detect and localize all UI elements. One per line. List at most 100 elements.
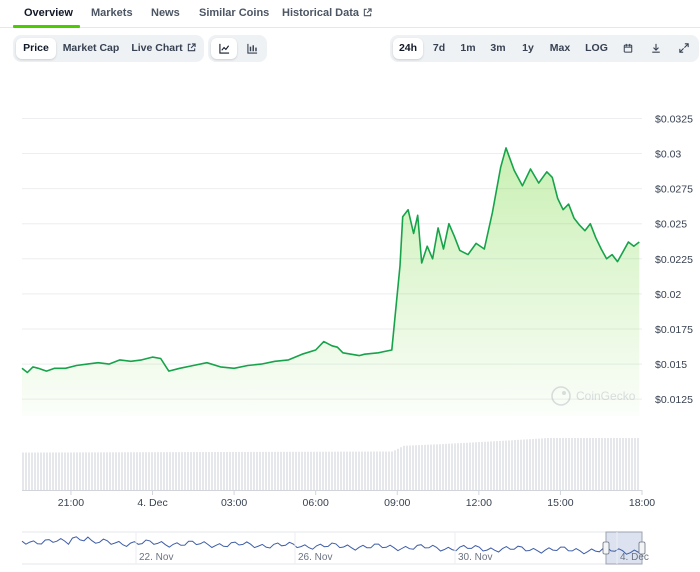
x-tick-label: 18:00 <box>629 497 655 509</box>
volume-bar <box>397 448 399 490</box>
navigator[interactable]: 22. Nov 26. Nov 30. Nov 4. Dec <box>21 531 649 565</box>
volume-bar <box>58 452 60 490</box>
volume-bar <box>310 451 312 490</box>
volume-bar <box>166 452 168 490</box>
y-tick-label: $0.025 <box>655 219 687 231</box>
volume-bar <box>439 444 441 490</box>
download-button[interactable] <box>645 38 667 59</box>
volume-bar <box>520 439 522 490</box>
volume-bar <box>556 438 558 490</box>
tab-news[interactable]: News <box>151 7 180 19</box>
x-tick-label: 12:00 <box>466 497 492 509</box>
volume-bar <box>364 451 366 490</box>
volume-bar <box>361 451 363 490</box>
chart-style-selector <box>208 35 267 62</box>
line-chart-button[interactable] <box>211 38 237 59</box>
x-tick-label: 4. Dec <box>137 497 167 509</box>
price-chart[interactable]: $0.0325 $0.03 $0.0275 $0.025 $0.0225 $0.02 $0.… <box>0 66 700 572</box>
volume-bar <box>202 452 204 490</box>
volume-bar <box>460 443 462 490</box>
volume-bar <box>28 452 30 490</box>
volume-bar <box>262 451 264 490</box>
volume-bar <box>412 445 414 490</box>
volume-bar <box>421 444 423 490</box>
volume-bar <box>208 452 210 490</box>
volume-bar <box>367 451 369 490</box>
y-tick-label: $0.015 <box>655 359 687 371</box>
volume-bar <box>223 451 225 490</box>
volume-bar <box>226 451 228 490</box>
fullscreen-button[interactable] <box>673 38 695 59</box>
tab-similar-coins[interactable]: Similar Coins <box>199 7 269 19</box>
navigator-label: 26. Nov <box>298 552 332 563</box>
y-tick-label: $0.0175 <box>655 324 693 336</box>
volume-bar <box>70 452 72 490</box>
volume-bar <box>442 444 444 490</box>
volume-bar <box>193 452 195 490</box>
tab-markets[interactable]: Markets <box>91 7 133 19</box>
volume-bar <box>100 452 102 490</box>
volume-bar <box>214 452 216 490</box>
volume-bar <box>406 445 408 490</box>
volume-bar <box>145 452 147 490</box>
volume-bar <box>448 443 450 490</box>
volume-bar <box>82 452 84 490</box>
metric-price-button[interactable]: Price <box>16 38 56 59</box>
range-24h-button[interactable]: 24h <box>393 38 423 59</box>
tab-historical-data-label: Historical Data <box>282 7 360 19</box>
volume-bar <box>499 440 501 490</box>
volume-bar <box>178 452 180 490</box>
volume-bar <box>574 438 576 490</box>
volume-bar <box>271 451 273 490</box>
volume-bar <box>325 451 327 490</box>
metric-selector: Price Market Cap Live Chart <box>13 35 204 62</box>
volume-bar <box>229 451 231 490</box>
x-tick-label: 03:00 <box>221 497 247 509</box>
tab-overview[interactable]: Overview <box>24 7 73 19</box>
volume-bar <box>550 438 552 490</box>
volume-bar <box>613 438 615 490</box>
log-scale-button[interactable]: LOG <box>580 38 613 59</box>
volume-bar <box>616 438 618 490</box>
metric-live-chart-button[interactable]: Live Chart <box>126 38 201 59</box>
volume-bar <box>628 438 630 490</box>
volume-bar <box>343 451 345 490</box>
volume-bar <box>427 444 429 490</box>
volume-bar <box>634 438 636 490</box>
volume-bar <box>505 440 507 490</box>
volume-bar <box>631 438 633 490</box>
volume-bar <box>43 452 45 490</box>
volume-bar <box>625 438 627 490</box>
navigator-handle[interactable] <box>602 541 610 555</box>
volume-bar <box>79 452 81 490</box>
volume-bar <box>592 438 594 490</box>
range-1m-button[interactable]: 1m <box>455 38 481 59</box>
volume-bar <box>175 452 177 490</box>
volume-bar <box>535 438 537 490</box>
metric-market-cap-button[interactable]: Market Cap <box>59 38 123 59</box>
volume-bars <box>22 438 642 491</box>
range-7d-button[interactable]: 7d <box>426 38 452 59</box>
volume-bar <box>259 451 261 490</box>
volume-bar <box>541 438 543 490</box>
volume-bar <box>457 443 459 490</box>
volume-bar <box>577 438 579 490</box>
volume-bar <box>25 452 27 490</box>
volume-bar <box>61 452 63 490</box>
range-1y-button[interactable]: 1y <box>515 38 541 59</box>
volume-bar <box>286 451 288 490</box>
volume-bar <box>508 440 510 490</box>
date-range-button[interactable] <box>617 38 639 59</box>
range-3m-button[interactable]: 3m <box>484 38 512 59</box>
range-max-button[interactable]: Max <box>544 38 576 59</box>
volume-bar <box>322 451 324 490</box>
volume-bar <box>292 451 294 490</box>
volume-bar <box>514 440 516 490</box>
candlestick-chart-button[interactable] <box>239 38 265 59</box>
tab-historical-data[interactable]: Historical Data <box>282 7 372 19</box>
volume-bar <box>415 445 417 490</box>
volume-bar <box>172 452 174 490</box>
volume-bar <box>517 439 519 490</box>
volume-bar <box>328 451 330 490</box>
volume-bar <box>247 451 249 490</box>
